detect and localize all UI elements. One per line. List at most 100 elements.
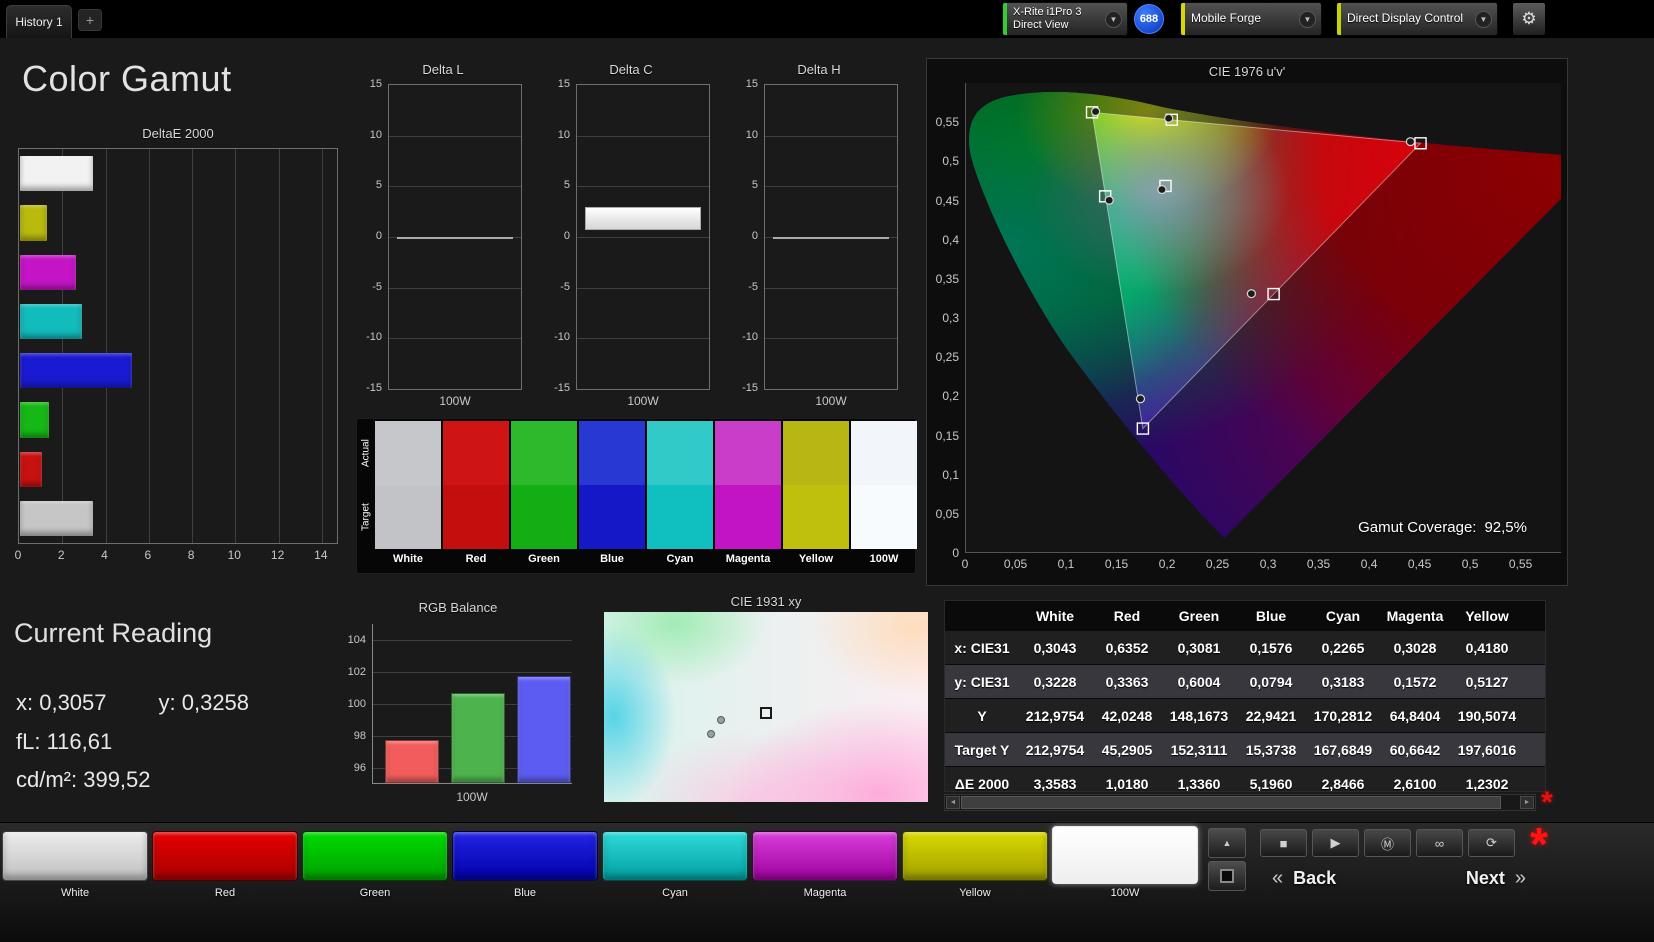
back-arrows-icon[interactable]: «: [1272, 867, 1283, 890]
axis-tick-label: 10: [227, 548, 241, 562]
patch-button-yellow[interactable]: [902, 831, 1048, 881]
swatch-label: Magenta: [725, 553, 771, 565]
swatch-column-100w: 100W: [851, 421, 917, 571]
rgb-bar-blue: [517, 675, 571, 783]
scrollbar-thumb[interactable]: [961, 796, 1501, 809]
patch-button-green[interactable]: [302, 831, 448, 881]
measurement-marker: [706, 729, 715, 738]
patch-button-cyan[interactable]: [602, 831, 748, 881]
table-cell: 64,8404: [1389, 707, 1441, 724]
continuous-button[interactable]: ∞: [1416, 829, 1463, 857]
expand-panel-button[interactable]: ▲: [1208, 828, 1246, 858]
gridline: [373, 672, 572, 673]
axis-tick-label: 2: [57, 548, 65, 562]
display-control-name: Direct Display Control: [1347, 11, 1464, 26]
axis-tick-label: 0: [952, 546, 959, 560]
gridline: [577, 287, 709, 289]
measure-button[interactable]: Ⓜ: [1364, 829, 1411, 857]
gridline: [389, 287, 521, 289]
history-tab[interactable]: History 1: [6, 5, 72, 38]
swatch-row-labels: Actual Target: [359, 421, 373, 571]
display-control-selector[interactable]: Direct Display Control ▼: [1336, 2, 1498, 36]
swatch-label: Blue: [600, 553, 624, 565]
settings-button[interactable]: ⚙: [1512, 2, 1546, 36]
axis-label: 100W: [815, 394, 847, 408]
test-window-button[interactable]: [1208, 861, 1246, 891]
meter-count-badge: 688: [1134, 4, 1164, 34]
patch-button-magenta[interactable]: [752, 831, 898, 881]
patch-button-red[interactable]: [152, 831, 298, 881]
actual-swatch: [647, 421, 713, 485]
loop-button[interactable]: ⟳: [1468, 829, 1515, 857]
column-header: Cyan: [1325, 607, 1361, 624]
table-cell: 0,3: [1523, 665, 1545, 698]
stop-icon: ■: [1279, 835, 1288, 851]
swatch-label: Red: [465, 553, 487, 565]
chevron-down-icon: ▼: [1475, 10, 1492, 28]
axis-tick-label: 0,55: [935, 115, 959, 130]
table-cell: 0,3: [1523, 631, 1545, 664]
chart-title: DeltaE 2000: [142, 126, 214, 141]
table-cell: 197,6016: [1457, 741, 1517, 758]
axis-tick-label: 0,55: [1508, 557, 1533, 571]
delta-l-chart: Delta L 15 10 5 0 -5 -10 -15 100W: [358, 62, 528, 412]
play-button[interactable]: ▶: [1312, 829, 1359, 857]
scroll-right-icon[interactable]: ►: [1520, 796, 1534, 809]
history-tab-label: History 1: [15, 15, 63, 29]
axis-tick-label: 0,25: [935, 350, 959, 365]
page-title: Color Gamut: [22, 58, 232, 99]
table-cell: 60,6642: [1389, 741, 1441, 758]
swatch-column-cyan: Cyan: [647, 421, 713, 571]
actual-swatch: [851, 421, 917, 485]
axis-tick-label: 0: [14, 548, 22, 562]
cie1976-chart: CIE 1976 u'v' 0,55 0,5 0,45 0,4 0,35 0,3 0,25 0…: [926, 58, 1568, 586]
table-cell: 2,6100: [1393, 775, 1437, 792]
back-button[interactable]: Back: [1293, 868, 1336, 889]
axis-tick-label: 10: [557, 128, 570, 141]
axis-tick-label: -10: [554, 331, 570, 344]
actual-swatch: [443, 421, 509, 485]
table-cell: 22,9421: [1245, 707, 1297, 724]
gridline: [577, 237, 709, 238]
target-swatch: [851, 485, 917, 549]
add-tab-button[interactable]: +: [78, 9, 102, 31]
patch-button-blue[interactable]: [452, 831, 598, 881]
chart-title: Delta C: [609, 62, 653, 77]
delta-bar: [397, 237, 513, 239]
stop-button[interactable]: ■: [1260, 829, 1307, 857]
next-arrows-icon[interactable]: »: [1515, 867, 1526, 890]
gridline: [765, 186, 897, 188]
patch-label: 100W: [1110, 887, 1140, 899]
deltae-bar-blue: [20, 353, 133, 389]
next-button[interactable]: Next: [1466, 868, 1505, 889]
axis-tick-label: -5: [560, 280, 570, 293]
axis-tick-label: 0,2: [942, 389, 959, 404]
patch-button-white[interactable]: [2, 831, 148, 881]
rgb-bar-green: [451, 693, 505, 783]
source-selector[interactable]: Mobile Forge ▼: [1180, 2, 1322, 36]
table-cell: 0,3028: [1393, 639, 1437, 656]
axis-tick-label: 100: [347, 698, 366, 710]
axis-tick-label: 0,1: [942, 467, 959, 482]
column-header: White: [1035, 607, 1075, 624]
alert-asterisk-icon[interactable]: *: [1530, 817, 1548, 871]
axis-tick-label: 0: [375, 230, 382, 242]
meter-selector[interactable]: X-Rite i1Pro 3 Direct View ▼: [1002, 2, 1128, 36]
calibration-app: History 1 + X-Rite i1Pro 3 Direct View ▼…: [0, 0, 1654, 942]
target-swatch: [375, 485, 441, 549]
axis-tick-label: 0,5: [942, 154, 959, 169]
axis-tick-label: -15: [742, 382, 758, 394]
reading-cd-value: cd/m²: 399,52: [16, 767, 151, 792]
table-scrollbar[interactable]: ◄ ►: [944, 794, 1536, 811]
deltae-bar-white: [20, 156, 93, 192]
axis-tick-label: 0,45: [935, 193, 959, 208]
rgb-balance-yaxis: 104 102 100 98 96: [340, 624, 368, 784]
swatch-column-magenta: Magenta: [715, 421, 781, 571]
row-label: Y: [977, 707, 987, 724]
patch-label: Green: [359, 887, 391, 899]
patch-button-100w[interactable]: [1052, 826, 1198, 884]
scroll-left-icon[interactable]: ◄: [946, 796, 960, 809]
actual-swatch: [375, 421, 441, 485]
chart-title: Delta H: [797, 62, 841, 77]
table-alert-asterisk-icon[interactable]: *: [1538, 788, 1556, 818]
